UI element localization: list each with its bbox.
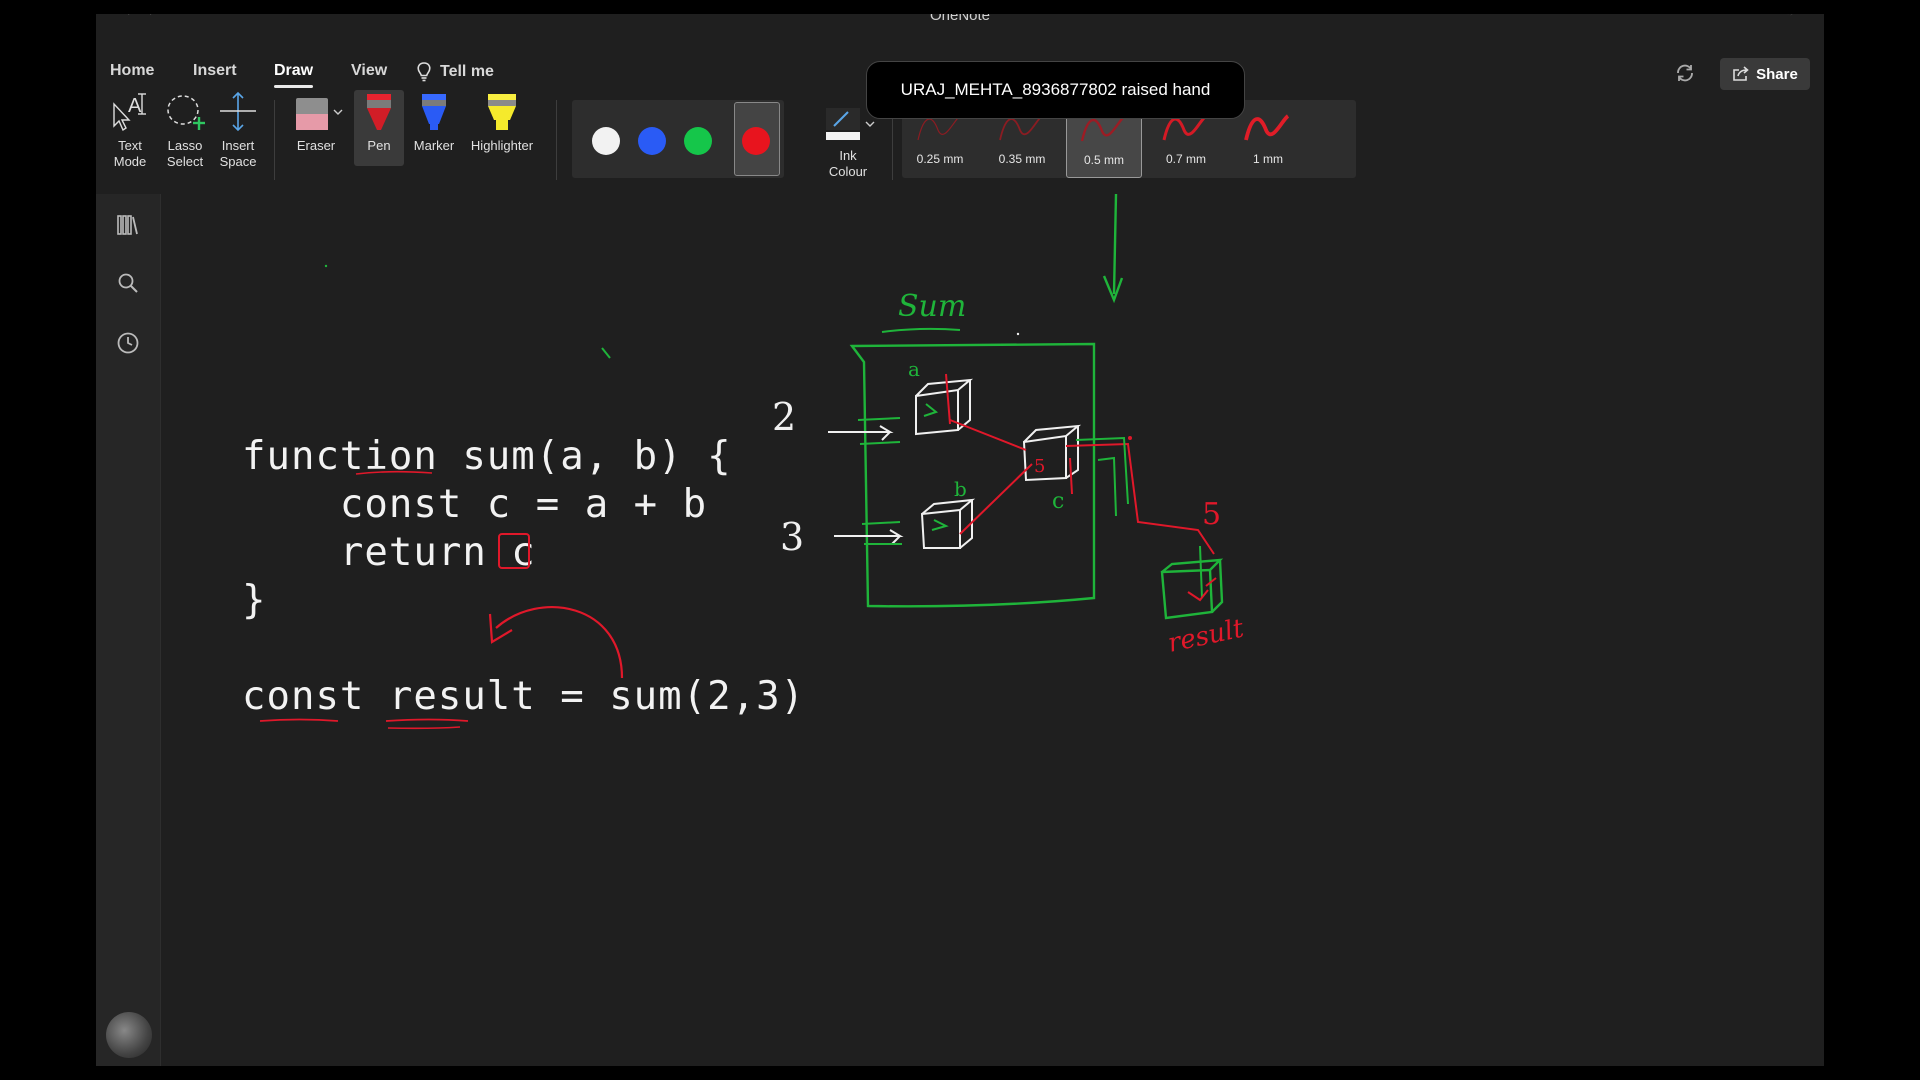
ink-output-line — [1065, 442, 1215, 555]
lightbulb-icon — [417, 62, 431, 82]
lasso-icon — [167, 95, 205, 130]
tell-me-label: Tell me — [440, 63, 494, 80]
ink-drawing: Sum 2 3 a b c 5 5 result — [259, 194, 1247, 730]
page-canvas[interactable]: function sum(a, b) { const c = a + b ret… — [160, 194, 1824, 1066]
ink-dot — [1016, 332, 1020, 336]
toolbar-divider — [556, 100, 557, 180]
eraser-icon — [296, 98, 343, 130]
tab-insert[interactable]: Insert — [193, 62, 237, 80]
ink-output-5: 5 — [1202, 497, 1221, 532]
ink-green-stroke — [1199, 545, 1203, 599]
app-title: OneNote — [929, 14, 991, 24]
ink-variable-box-a — [915, 378, 974, 436]
stroke-sample-icon — [1244, 114, 1290, 141]
ink-underline — [355, 470, 433, 475]
share-icon — [1733, 66, 1749, 81]
thickness-label: 0.7 mm — [1165, 152, 1206, 166]
marker-button[interactable]: Marker — [408, 90, 460, 154]
onenote-window: ↗ ↖ OneNote ◓ Home Insert Draw View Tell… — [96, 14, 1824, 1066]
tab-draw[interactable]: Draw — [274, 62, 314, 88]
thickness-label: 1 mm — [1253, 152, 1283, 166]
ink-underline — [385, 718, 469, 722]
ink-variable-box-b — [920, 498, 976, 549]
highlighter-label: Highlighter — [470, 138, 534, 153]
ink-underline — [259, 718, 339, 722]
thickness-label: 0.35 mm — [998, 152, 1046, 166]
ink-value-mark — [923, 403, 939, 417]
eraser-button[interactable]: Eraser — [286, 90, 346, 154]
ink-sum-title: Sum — [898, 289, 966, 324]
marker-label: Marker — [413, 138, 455, 153]
ink-value-mark — [931, 519, 949, 531]
ink-return-arrow — [495, 606, 624, 679]
insert-space-label: Insert Space — [219, 138, 257, 169]
ink-underline — [387, 726, 461, 730]
sync-icon[interactable] — [1674, 62, 1696, 84]
ink-dot — [324, 264, 328, 268]
share-label: Share — [1756, 65, 1798, 83]
ink-label-b: b — [954, 477, 967, 501]
pen-label: Pen — [367, 138, 391, 153]
ink-input-arrow — [828, 425, 894, 441]
ink-value-5-in-c: 5 — [1034, 456, 1045, 477]
color-white-swatch[interactable] — [592, 127, 620, 155]
pen-icon — [367, 94, 391, 130]
recent-icon[interactable] — [115, 330, 141, 356]
tab-home[interactable]: Home — [110, 62, 154, 80]
eraser-label: Eraser — [296, 138, 336, 153]
ink-flow-line — [959, 463, 1033, 535]
lasso-select-button[interactable]: Lasso Select — [160, 90, 210, 170]
ink-stray-mark — [601, 347, 611, 359]
tab-view[interactable]: View — [351, 62, 387, 80]
ink-down-arrow — [1112, 194, 1118, 295]
pen-button[interactable]: Pen — [354, 90, 404, 166]
share-button[interactable]: Share — [1720, 58, 1810, 90]
ink-label-a: a — [908, 357, 920, 381]
toolbar-divider — [274, 100, 275, 180]
ink-green-stroke — [1075, 436, 1129, 517]
text-mode-icon: A — [113, 93, 146, 132]
ink-result-label: result — [1165, 613, 1247, 658]
notification-text: URAJ_MEHTA_8936877802 raised hand — [900, 80, 1211, 99]
color-red-swatch[interactable] — [742, 127, 770, 155]
highlighter-button[interactable]: Highlighter — [464, 90, 540, 154]
ink-circle-c — [498, 533, 530, 569]
lasso-select-label: Lasso Select — [166, 138, 204, 169]
ink-input-2: 2 — [772, 395, 796, 439]
text-mode-button[interactable]: A Text Mode — [108, 90, 152, 170]
tell-me[interactable]: Tell me — [416, 62, 494, 82]
ink-sum-box — [849, 342, 1096, 608]
color-blue-swatch[interactable] — [638, 127, 666, 155]
notebooks-icon[interactable] — [115, 212, 141, 238]
highlighter-icon — [488, 94, 516, 130]
sidebar — [96, 194, 161, 1066]
insert-space-button[interactable]: Insert Space — [214, 90, 262, 170]
thickness-label: 0.5 mm — [1083, 153, 1124, 167]
thickness-label: 0.25 mm — [916, 152, 964, 166]
text-mode-label: Text Mode — [113, 138, 147, 169]
ink-flow-line — [1069, 457, 1073, 495]
ink-result-box — [1160, 558, 1224, 620]
ink-underline — [881, 327, 961, 333]
ink-label-c: c — [1052, 489, 1064, 514]
title-bar: ↗ ↖ OneNote ◓ — [96, 14, 1824, 32]
ink-colour-label: Ink Colour — [828, 148, 868, 179]
search-icon[interactable] — [115, 270, 141, 296]
raised-hand-notification: URAJ_MEHTA_8936877802 raised hand — [866, 61, 1245, 119]
marker-icon — [422, 94, 446, 130]
insert-space-icon — [220, 91, 256, 132]
ink-dot — [1128, 436, 1132, 440]
color-green-swatch[interactable] — [684, 127, 712, 155]
avatar[interactable] — [106, 1012, 152, 1058]
ink-input-3: 3 — [780, 515, 804, 559]
